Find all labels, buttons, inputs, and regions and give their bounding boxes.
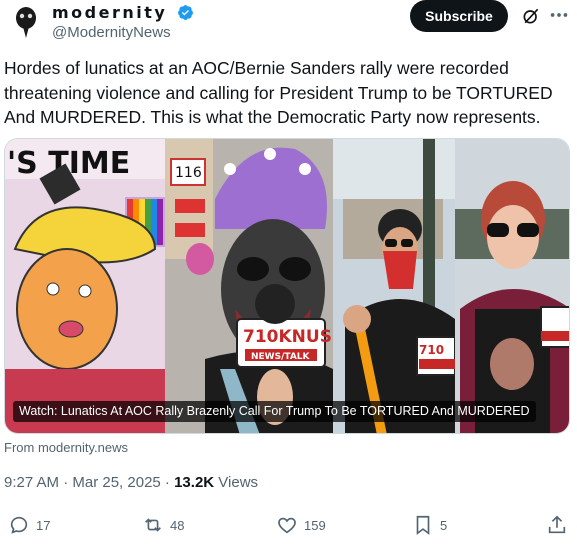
tweet-meta: 9:27 AM · Mar 25, 2025 · 13.2K Views (4, 474, 258, 491)
reply-count: 17 (36, 517, 51, 533)
mic-sub-1: NEWS/TALK (251, 352, 311, 362)
grok-icon[interactable] (521, 6, 541, 26)
video-frame-image: 'S TIME 116 710KNUS NEWS/TALK 710 (5, 139, 569, 433)
reply-button[interactable]: 17 (8, 514, 50, 536)
subscribe-button[interactable]: Subscribe (410, 0, 508, 32)
video-caption: Watch: Lunatics At AOC Rally Brazenly Ca… (13, 401, 536, 422)
reply-icon (10, 516, 28, 534)
repost-button[interactable]: 48 (142, 514, 184, 536)
svg-text:710: 710 (419, 343, 444, 357)
like-button[interactable]: 159 (276, 514, 326, 536)
repost-count: 48 (170, 517, 185, 533)
author-name-text[interactable]: modernity (52, 3, 167, 22)
heart-icon (278, 517, 296, 534)
crow-avatar-icon[interactable] (8, 4, 44, 40)
tweet-header: modernity @ModernityNews Subscribe (0, 0, 577, 50)
more-icon[interactable] (548, 4, 570, 26)
like-count: 159 (304, 517, 326, 533)
mic-brand-1: 710KNUS (243, 327, 332, 347)
tweet-text: Hordes of lunatics at an AOC/Bernie Sand… (4, 58, 553, 127)
sign-number: 116 (175, 165, 202, 181)
share-icon (548, 515, 566, 534)
repost-icon (145, 518, 161, 532)
verified-badge-icon (178, 5, 194, 21)
author-name[interactable]: modernity (52, 3, 194, 22)
source-link[interactable]: From modernity.news (4, 440, 128, 455)
video-thumbnail[interactable]: 'S TIME 116 710KNUS NEWS/TALK 710 Watch:… (4, 138, 570, 434)
author-handle[interactable]: @ModernityNews (52, 24, 171, 41)
bookmark-icon (416, 515, 430, 535)
bookmark-count: 5 (440, 517, 448, 533)
views-count: 13.2K (174, 474, 215, 491)
action-bar: 17 48 159 5 (0, 514, 577, 544)
share-button[interactable] (546, 514, 574, 536)
views-label: Views (214, 474, 259, 491)
bookmark-button[interactable]: 5 (412, 514, 447, 536)
tweet-timestamp[interactable]: 9:27 AM · Mar 25, 2025 · (4, 474, 174, 491)
